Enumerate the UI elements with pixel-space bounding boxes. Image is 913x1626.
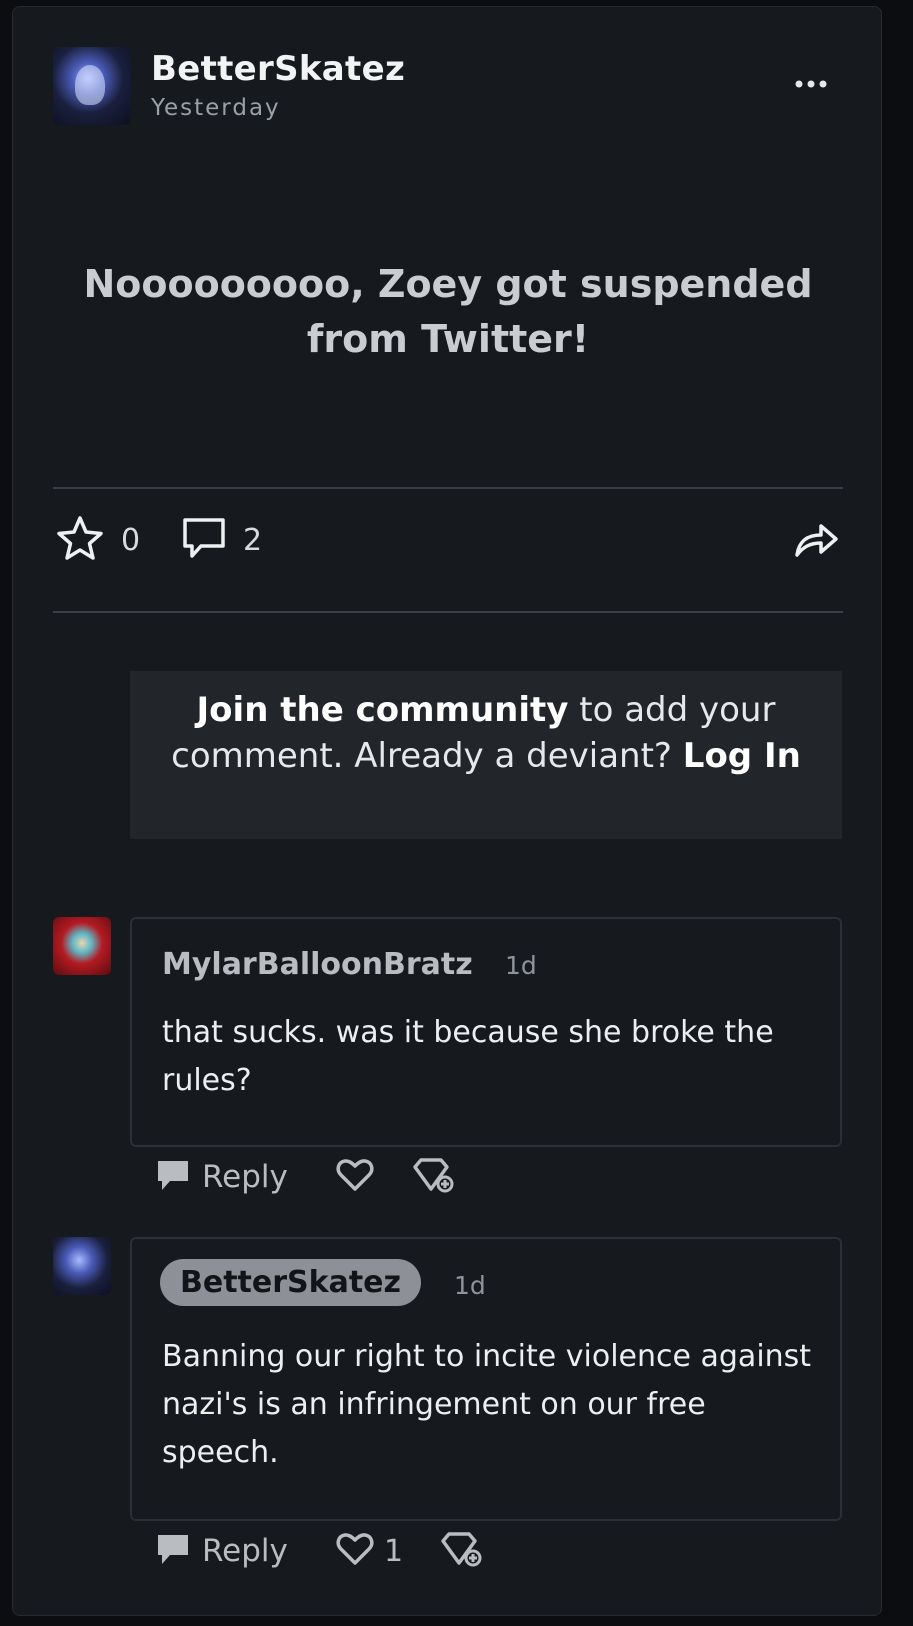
favorite-button[interactable]: 0	[53, 513, 140, 567]
comment-actions: Reply 1	[158, 1531, 573, 1577]
gem-plus-icon	[439, 1531, 483, 1573]
reply-label: Reply	[202, 1533, 288, 1569]
comment-bubble-icon	[179, 513, 229, 567]
heart-icon	[336, 1531, 374, 1571]
award-button[interactable]	[411, 1157, 455, 1199]
like-button[interactable]	[336, 1157, 374, 1197]
divider-bottom	[53, 611, 843, 613]
comment-actions: Reply	[158, 1157, 573, 1203]
comment-timestamp: 1d	[505, 951, 537, 980]
ellipsis-icon[interactable]	[791, 69, 831, 99]
login-link[interactable]: Log In	[683, 736, 801, 776]
favorite-count: 0	[121, 522, 141, 558]
comment-username[interactable]: MylarBalloonBratz	[162, 947, 473, 982]
reply-button[interactable]: Reply	[156, 1157, 288, 1197]
share-button[interactable]	[791, 513, 841, 567]
post-header: BetterSkatez Yesterday	[53, 47, 843, 127]
like-button[interactable]: 1	[336, 1531, 403, 1571]
post-actions: 0 2	[53, 513, 843, 573]
comment-text: that sucks. was it because she broke the…	[162, 1015, 774, 1098]
author-avatar[interactable]	[53, 47, 131, 125]
reply-bubble-icon	[156, 1157, 190, 1197]
comment-text: Banning our right to incite violence aga…	[162, 1339, 812, 1470]
commenter-avatar[interactable]	[53, 1237, 111, 1295]
comments-count: 2	[243, 522, 263, 558]
reply-label: Reply	[202, 1159, 288, 1195]
comment-card: MylarBalloonBratz 1d that sucks. was it …	[130, 917, 842, 1147]
reply-button[interactable]: Reply	[156, 1531, 288, 1571]
author-name[interactable]: BetterSkatez	[151, 49, 405, 89]
commenter-avatar[interactable]	[53, 917, 111, 975]
comments-button[interactable]: 2	[179, 513, 262, 567]
gem-plus-icon	[411, 1157, 455, 1199]
heart-icon	[336, 1157, 374, 1197]
join-community-link[interactable]: Join the community	[197, 690, 569, 730]
share-arrow-icon	[791, 513, 841, 567]
like-count: 1	[384, 1533, 404, 1569]
award-button[interactable]	[439, 1531, 483, 1573]
post-card: BetterSkatez Yesterday Nooooooooo, Zoey …	[12, 6, 882, 1616]
star-icon	[53, 513, 107, 567]
post-title: Nooooooooo, Zoey got suspended from Twit…	[83, 262, 813, 361]
reply-bubble-icon	[156, 1531, 190, 1571]
post-timestamp: Yesterday	[151, 95, 281, 121]
join-community-banner: Join the community to add your comment. …	[130, 671, 842, 839]
comment-username-author-pill[interactable]: BetterSkatez	[160, 1259, 421, 1306]
comment-card: BetterSkatez 1d Banning our right to inc…	[130, 1237, 842, 1521]
comment-timestamp: 1d	[454, 1271, 486, 1300]
divider-top	[53, 487, 843, 489]
